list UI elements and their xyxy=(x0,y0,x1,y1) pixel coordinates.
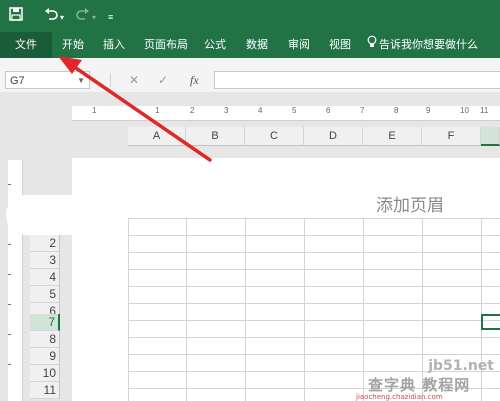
gridline xyxy=(128,235,500,236)
save-icon[interactable] xyxy=(9,7,23,25)
gridline xyxy=(363,218,364,401)
add-header-placeholder[interactable]: 添加页眉 xyxy=(376,191,444,216)
formula-bar: G7 ▼ ✕ ✓ fx xyxy=(0,70,500,92)
redo-dropdown-icon[interactable]: ▾ xyxy=(92,10,96,26)
tell-me-label: 告诉我你想要做什么 xyxy=(379,39,478,51)
column-header[interactable]: F xyxy=(422,127,481,146)
ruler-tick xyxy=(8,334,11,335)
gridline xyxy=(128,252,500,253)
row-header[interactable]: 9 xyxy=(30,348,60,365)
ruler-tick xyxy=(8,274,11,275)
ruler-tick xyxy=(8,184,11,185)
undo-icon[interactable] xyxy=(44,7,58,25)
cancel-icon[interactable]: ✕ xyxy=(129,72,139,88)
watermark-site: jb51.net xyxy=(428,358,494,374)
column-header-selected[interactable] xyxy=(481,127,500,146)
row-header[interactable]: 11 xyxy=(30,382,60,399)
tab-review[interactable]: 审阅 xyxy=(284,32,314,58)
column-header[interactable]: D xyxy=(304,127,363,146)
gridline xyxy=(128,320,500,321)
watermark-name: 查字典 教程网 xyxy=(368,376,471,394)
column-header[interactable]: E xyxy=(363,127,422,146)
row-header[interactable]: 3 xyxy=(30,252,60,269)
tab-formulas[interactable]: 公式 xyxy=(200,32,230,58)
ribbon-collapsed-area xyxy=(0,58,500,70)
row-header-selected[interactable]: 7 xyxy=(30,314,60,331)
ruler-number: 1 xyxy=(155,106,160,115)
row-header[interactable]: 2 xyxy=(30,235,60,252)
name-box-value: G7 xyxy=(10,75,25,87)
gridline xyxy=(245,218,246,401)
gridline xyxy=(128,269,500,270)
title-bar: ▾ ▾ ≡ xyxy=(0,0,500,32)
ruler-number: 7 xyxy=(360,106,365,115)
tab-file[interactable]: 文件 xyxy=(0,32,52,58)
ruler-tick xyxy=(8,304,11,305)
gridline xyxy=(186,218,187,401)
tab-page-layout[interactable]: 页面布局 xyxy=(140,32,192,58)
ruler-number: 9 xyxy=(426,106,431,115)
watermark-url: jiaocheng.chazidian.com xyxy=(356,393,443,401)
ruler-number: 6 xyxy=(326,106,331,115)
ruler-number: 5 xyxy=(292,106,297,115)
tab-insert[interactable]: 插入 xyxy=(99,32,129,58)
active-cell[interactable] xyxy=(481,314,500,330)
row-header[interactable]: 10 xyxy=(30,365,60,382)
ruler-number: 3 xyxy=(224,106,229,115)
ruler-number: 1 xyxy=(92,106,97,115)
row-header[interactable]: 8 xyxy=(30,331,60,348)
ruler-tick xyxy=(8,364,11,365)
ribbon-tabs: 文件 开始 插入 页面布局 公式 数据 审阅 视图 告诉我你想要做什么 xyxy=(0,32,500,58)
ruler-number: 11 xyxy=(480,106,489,115)
column-header[interactable]: A xyxy=(128,127,186,146)
redaction-blob xyxy=(6,195,128,235)
insert-function-button[interactable]: fx xyxy=(190,72,199,88)
ruler-tick xyxy=(8,244,11,245)
gridline xyxy=(128,218,500,219)
gridline xyxy=(128,218,129,401)
gridline xyxy=(128,286,500,287)
tell-me-box[interactable]: 告诉我你想要做什么 xyxy=(367,32,495,58)
tab-home[interactable]: 开始 xyxy=(58,32,88,58)
horizontal-ruler: 1 1 2 3 4 5 6 7 8 9 10 11 xyxy=(72,106,500,121)
ruler-number: 4 xyxy=(258,106,263,115)
gridline xyxy=(128,354,500,355)
name-box[interactable]: G7 ▼ xyxy=(5,71,90,89)
ruler-number: 8 xyxy=(394,106,399,115)
gridline xyxy=(304,218,305,401)
gridline xyxy=(128,303,500,304)
row-header[interactable]: 5 xyxy=(30,286,60,303)
tab-data[interactable]: 数据 xyxy=(242,32,272,58)
divider xyxy=(110,73,111,87)
ruler-number: 10 xyxy=(460,106,469,115)
undo-dropdown-icon[interactable]: ▾ xyxy=(60,10,64,26)
gridline xyxy=(128,337,500,338)
chevron-down-icon[interactable]: ▼ xyxy=(77,72,85,90)
redo-icon[interactable] xyxy=(76,7,90,25)
ruler-number: 2 xyxy=(190,106,195,115)
column-header[interactable]: C xyxy=(245,127,304,146)
formula-input[interactable] xyxy=(214,71,500,89)
enter-icon[interactable]: ✓ xyxy=(158,72,168,88)
row-header[interactable]: 4 xyxy=(30,269,60,286)
customize-toolbar-icon[interactable]: ≡ xyxy=(108,9,113,25)
lightbulb-icon xyxy=(367,32,377,58)
column-header[interactable]: B xyxy=(186,127,245,146)
tab-view[interactable]: 视图 xyxy=(325,32,355,58)
